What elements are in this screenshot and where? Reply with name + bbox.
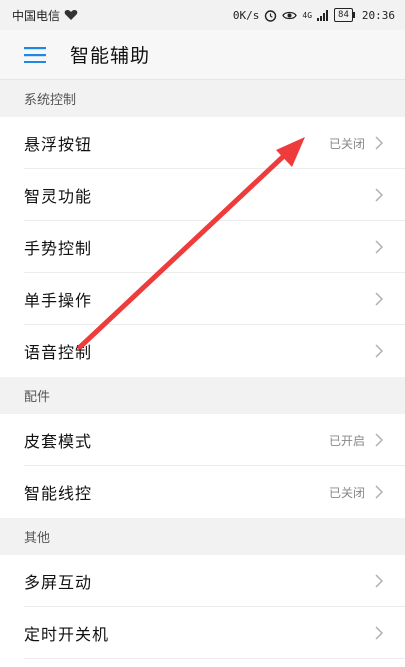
chevron-right-icon bbox=[375, 188, 383, 202]
section-header-accessories: 配件 bbox=[0, 377, 405, 414]
item-label: 语音控制 bbox=[24, 343, 93, 362]
eye-icon bbox=[282, 11, 298, 19]
chevron-right-icon bbox=[375, 136, 383, 150]
item-label: 多屏互动 bbox=[24, 573, 93, 592]
item-label: 皮套模式 bbox=[24, 432, 93, 451]
menu-button[interactable] bbox=[0, 30, 70, 80]
status-bar: 中国电信 0K/s 4G 84 20:36 bbox=[0, 0, 405, 30]
list-item-scheduled-power[interactable]: 定时开关机 bbox=[0, 607, 405, 659]
item-label: 智能线控 bbox=[24, 484, 93, 503]
chevron-right-icon bbox=[375, 292, 383, 306]
clock-time: 20:36 bbox=[361, 8, 395, 22]
chevron-right-icon bbox=[375, 240, 383, 254]
chevron-right-icon bbox=[375, 574, 383, 588]
list-item-one-hand-mode[interactable]: 单手操作 bbox=[0, 273, 405, 325]
page-title: 智能辅助 bbox=[70, 45, 151, 67]
chevron-right-icon bbox=[375, 433, 383, 447]
list-item-multi-screen[interactable]: 多屏互动 bbox=[0, 555, 405, 607]
list-item-smart-wire-control[interactable]: 智能线控 已关闭 bbox=[0, 466, 405, 518]
list-item-floating-button[interactable]: 悬浮按钮 已关闭 bbox=[0, 117, 405, 169]
list-item-smart-function[interactable]: 智灵功能 bbox=[0, 169, 405, 221]
item-status: 已关闭 bbox=[328, 136, 365, 151]
network-speed: 0K/s bbox=[232, 8, 260, 22]
item-status: 已关闭 bbox=[328, 485, 365, 500]
item-label: 手势控制 bbox=[24, 239, 93, 258]
chevron-right-icon bbox=[375, 344, 383, 358]
item-label: 单手操作 bbox=[24, 291, 93, 310]
item-label: 定时开关机 bbox=[24, 625, 110, 644]
item-status: 已开启 bbox=[328, 433, 365, 448]
alarm-clock-icon bbox=[265, 9, 277, 22]
list-item-cover-mode[interactable]: 皮套模式 已开启 bbox=[0, 414, 405, 466]
app-header: 智能辅助 bbox=[0, 30, 405, 80]
section-header-other: 其他 bbox=[0, 518, 405, 555]
hamburger-menu-icon bbox=[24, 46, 46, 63]
list-item-voice-control[interactable]: 语音控制 bbox=[0, 325, 405, 377]
heart-icon bbox=[64, 10, 78, 20]
list-item-gesture-control[interactable]: 手势控制 bbox=[0, 221, 405, 273]
chevron-right-icon bbox=[375, 626, 383, 640]
network-type: 4G bbox=[302, 10, 313, 20]
chevron-right-icon bbox=[375, 485, 383, 499]
item-label: 智灵功能 bbox=[24, 187, 93, 206]
item-label: 悬浮按钮 bbox=[24, 135, 93, 154]
section-header-system-control: 系统控制 bbox=[0, 80, 405, 117]
carrier-label: 中国电信 bbox=[12, 8, 61, 23]
signal-icon bbox=[317, 9, 329, 21]
battery-icon: 84 bbox=[334, 8, 355, 22]
